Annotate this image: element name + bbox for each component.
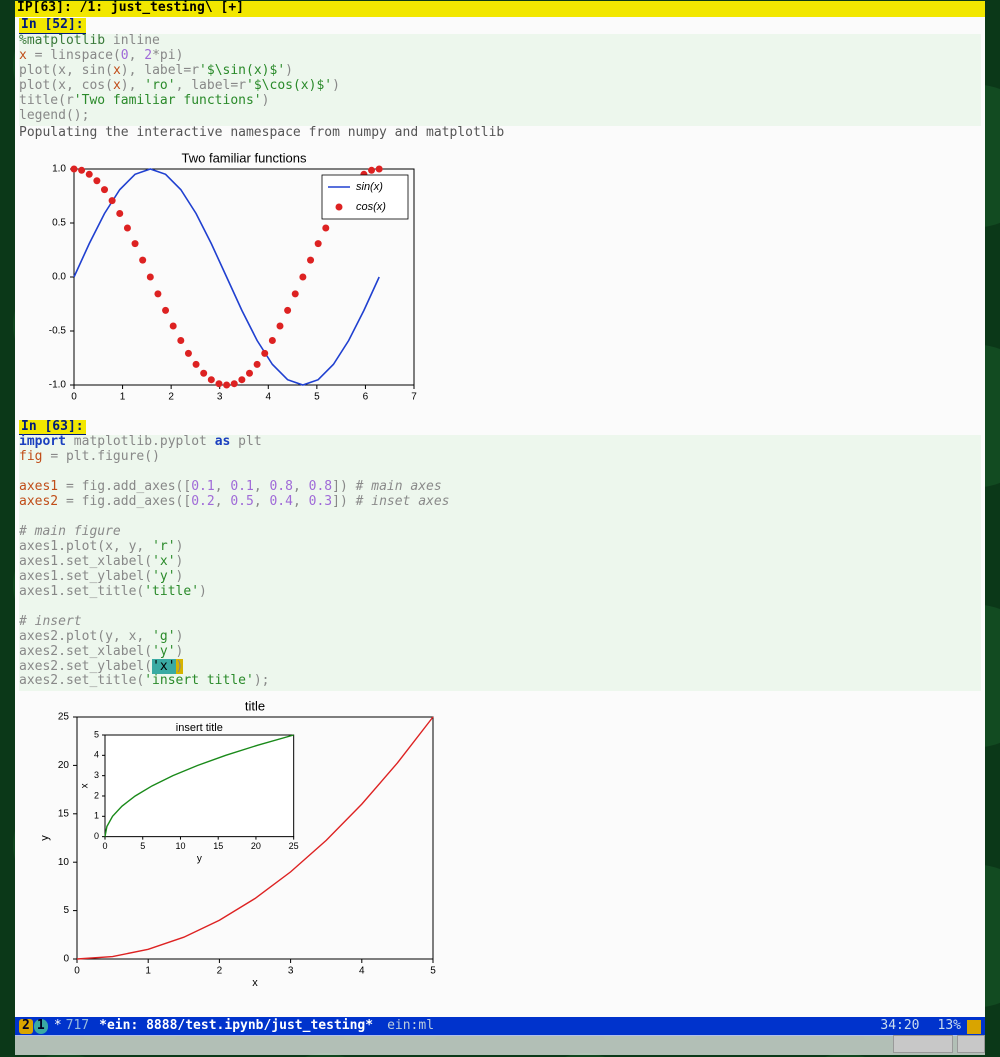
svg-text:1: 1 [145,966,151,977]
svg-text:-1.0: -1.0 [49,379,67,390]
svg-text:5: 5 [430,966,436,977]
svg-text:title: title [245,699,265,714]
modified-badge: 1 [34,1019,48,1034]
svg-text:0: 0 [94,831,99,841]
svg-text:15: 15 [213,841,223,851]
svg-text:y: y [39,835,51,841]
svg-text:y: y [197,854,202,865]
code-input[interactable]: %matplotlib inline x = linspace(0, 2*pi)… [19,34,981,126]
code-input[interactable]: import matplotlib.pyplot as plt fig = pl… [19,435,981,691]
svg-text:5: 5 [63,906,69,917]
title-bar: IP[63]: /1: just_testing\ [+] [15,1,985,17]
svg-text:5: 5 [314,391,320,402]
minibuffer-widget [957,1035,985,1053]
svg-text:1.0: 1.0 [52,163,66,174]
scroll-percent: 13% [938,1019,961,1034]
svg-text:0: 0 [71,391,77,402]
svg-text:2: 2 [168,391,174,402]
svg-text:x: x [252,977,258,987]
svg-text:insert title: insert title [176,722,223,734]
svg-text:0: 0 [102,841,107,851]
svg-text:10: 10 [58,857,70,868]
modeline-end-icon [967,1020,981,1034]
input-prompt: In [52]: [19,18,86,34]
buffer[interactable]: In [52]: %matplotlib inline x = linspace… [15,17,985,1017]
cell-52[interactable]: In [52]: %matplotlib inline x = linspace… [15,17,985,419]
svg-text:cos(x): cos(x) [356,200,386,212]
svg-text:3: 3 [288,966,294,977]
minibuffer-widget [893,1035,953,1053]
svg-text:-0.5: -0.5 [49,325,67,336]
svg-text:4: 4 [94,750,99,760]
svg-text:5: 5 [94,730,99,740]
svg-text:25: 25 [289,841,299,851]
svg-text:10: 10 [175,841,185,851]
svg-text:5: 5 [140,841,145,851]
modified-star: * [54,1019,62,1034]
window-number-badge: 2 [19,1019,33,1034]
svg-text:2: 2 [94,791,99,801]
svg-text:15: 15 [58,809,70,820]
svg-text:sin(x): sin(x) [356,180,383,192]
svg-text:3: 3 [217,391,223,402]
chart-2: title0123450510152025xyinsert title05101… [19,697,981,987]
svg-text:1: 1 [94,811,99,821]
stdout-output: Populating the interactive namespace fro… [19,126,981,141]
svg-text:0: 0 [63,954,69,965]
svg-text:20: 20 [58,760,70,771]
modeline: 2 1 * 717 *ein: 8888/test.ipynb/just_tes… [15,1017,985,1036]
svg-text:0.5: 0.5 [52,217,66,228]
cursor-position: 34:20 [880,1019,919,1034]
cell-63[interactable]: In [63]: import matplotlib.pyplot as plt… [15,419,985,1000]
svg-text:7: 7 [411,391,417,402]
svg-text:Two familiar functions: Two familiar functions [182,150,307,165]
svg-text:4: 4 [266,391,272,402]
svg-text:x: x [80,784,91,789]
major-mode: ein:ml [387,1019,434,1034]
minibuffer[interactable] [15,1035,985,1055]
line-number: 717 [66,1019,89,1034]
svg-text:4: 4 [359,966,365,977]
svg-text:2: 2 [217,966,223,977]
chart-1: Two familiar functions 0 1 2 3 4 5 6 7 -1.0 -0.5 0.… [19,147,981,407]
svg-text:6: 6 [363,391,369,402]
buffer-name: *ein: 8888/test.ipynb/just_testing* [99,1019,373,1034]
svg-text:3: 3 [94,770,99,780]
svg-text:0.0: 0.0 [52,271,66,282]
svg-text:20: 20 [251,841,261,851]
svg-text:1: 1 [120,391,126,402]
svg-text:25: 25 [58,712,70,723]
svg-text:0: 0 [74,966,80,977]
input-prompt: In [63]: [19,420,86,436]
